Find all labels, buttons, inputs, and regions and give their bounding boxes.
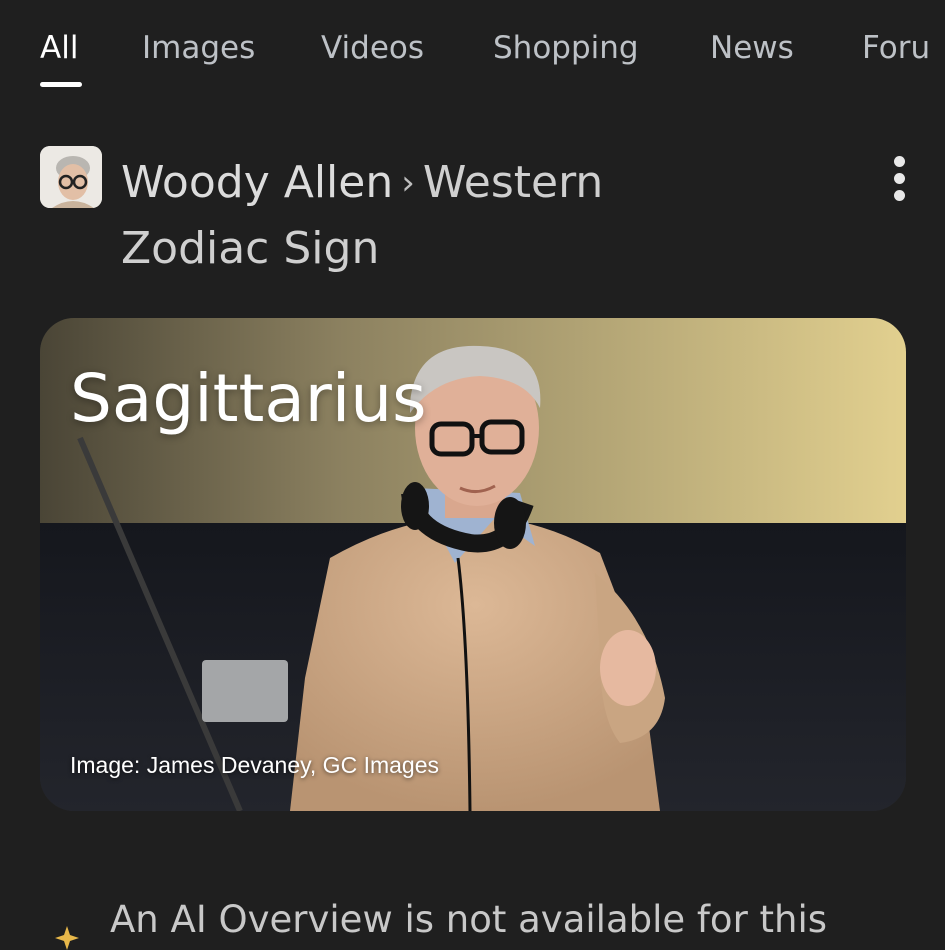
breadcrumb-separator: › [401,163,415,203]
breadcrumb-secondary-continued: Zodiac Sign [121,223,380,274]
breadcrumb-primary: Woody Allen [121,157,394,208]
tab-shopping[interactable]: Shopping [493,30,639,66]
person-thumbnail-icon[interactable] [40,146,102,208]
result-breadcrumb[interactable]: Woody Allen › Western Zodiac Sign [121,150,841,282]
sparkle-icon [55,926,79,950]
active-tab-indicator [40,82,82,87]
more-dot-icon [894,156,905,167]
zodiac-image-card[interactable]: Sagittarius Image: James Devaney, GC Ima… [40,318,906,811]
tab-all[interactable]: All [40,30,78,66]
more-dot-icon [894,190,905,201]
more-dot-icon [894,173,905,184]
breadcrumb-secondary: Western [422,157,604,208]
more-options-button[interactable] [880,152,920,204]
tab-videos[interactable]: Videos [321,30,424,66]
tab-forums[interactable]: Foru [862,30,930,66]
tab-news[interactable]: News [710,30,794,66]
tab-images[interactable]: Images [142,30,255,66]
search-tabs: All Images Videos Shopping News Foru [0,0,945,100]
ai-overview-notice: An AI Overview is not available for this [110,898,828,941]
zodiac-sign-title: Sagittarius [70,360,427,437]
image-credit: Image: James Devaney, GC Images [70,752,439,778]
